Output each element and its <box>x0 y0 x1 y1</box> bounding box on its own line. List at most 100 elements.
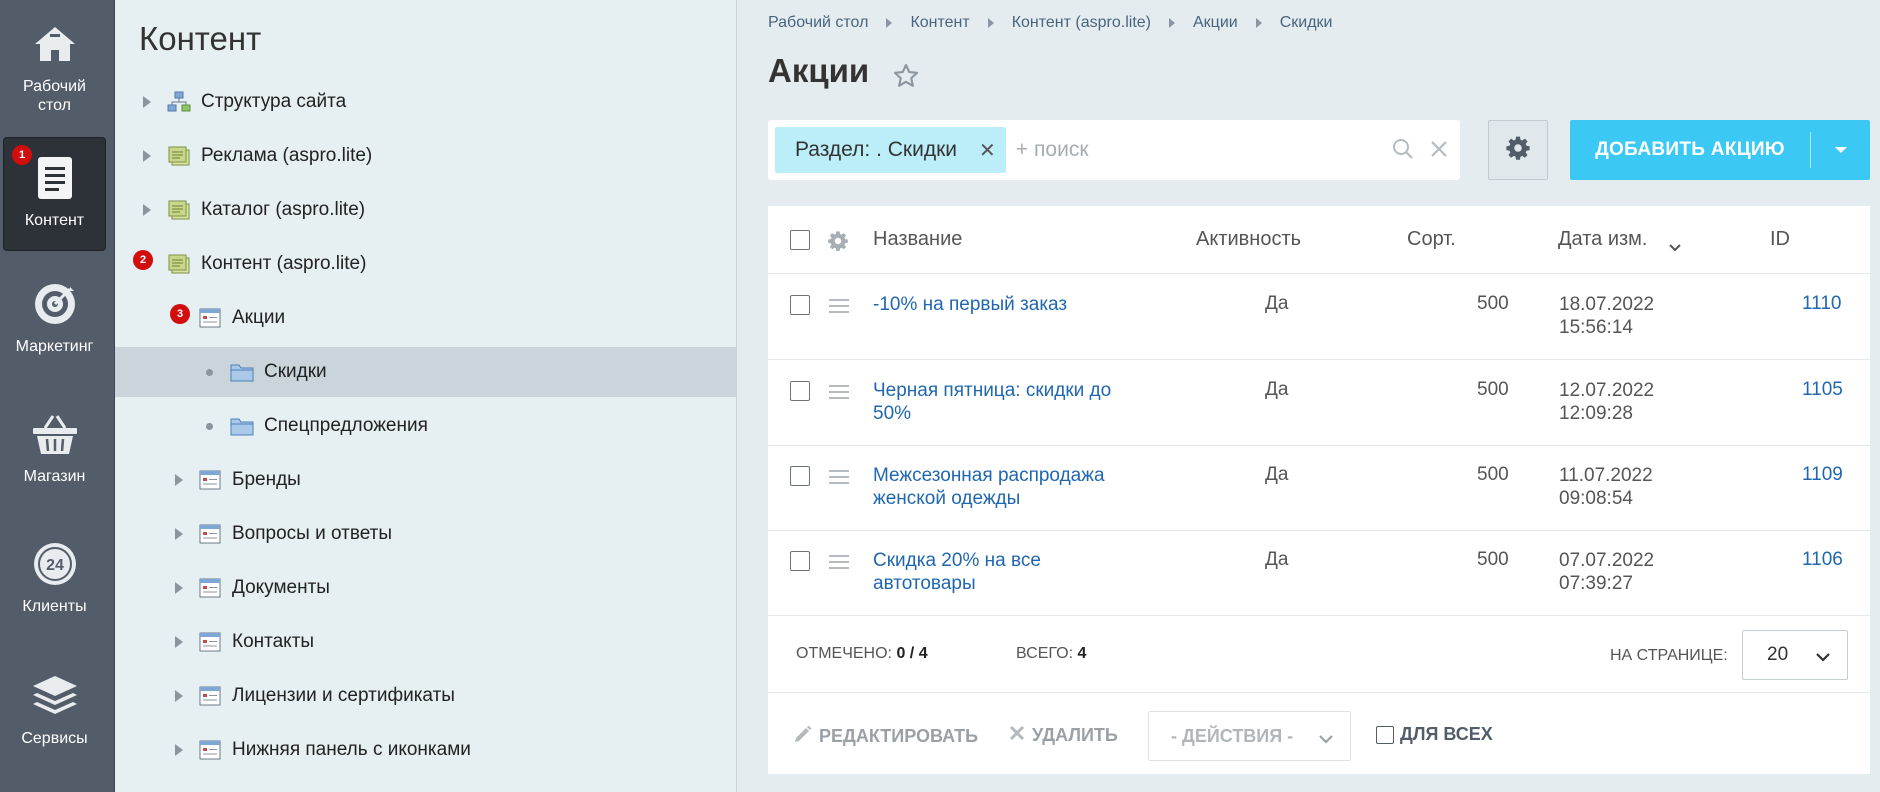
column-settings-icon[interactable] <box>827 230 849 258</box>
folder-icon <box>230 415 254 437</box>
document-icon <box>31 154 79 202</box>
iblock-type-icon <box>167 253 191 275</box>
nav-item-content[interactable]: 1 Контент <box>3 137 106 251</box>
actions-dropdown[interactable]: - ДЕЙСТВИЯ - <box>1148 711 1351 761</box>
tree-item-faq[interactable]: Вопросы и ответы <box>115 509 736 559</box>
nav-item-shop[interactable]: Магазин <box>3 394 106 508</box>
sort-desc-chevron-icon[interactable] <box>1668 236 1682 259</box>
breadcrumb-separator-icon <box>886 18 893 28</box>
select-all-checkbox[interactable] <box>790 230 810 250</box>
filter-search-bar[interactable]: Раздел: . Скидки ✕ + <box>768 120 1460 180</box>
tree-item-label: Акции <box>232 307 286 328</box>
delete-button[interactable]: УДАЛИТЬ <box>1008 724 1118 747</box>
row-id-link[interactable]: 1109 <box>1802 464 1843 486</box>
search-icon[interactable] <box>1392 138 1414 165</box>
per-page-select[interactable]: 20 <box>1742 630 1848 680</box>
row-checkbox[interactable] <box>790 466 810 486</box>
promotion-link[interactable]: -10% на первый заказ <box>873 294 1067 315</box>
svg-text:24: 24 <box>46 557 64 574</box>
filter-chip-section[interactable]: Раздел: . Скидки ✕ <box>775 127 1006 173</box>
row-id-link[interactable]: 1105 <box>1802 379 1843 401</box>
row-sort-value: 500 <box>1477 379 1509 400</box>
promotion-link[interactable]: Скидка 20% на все автотовары <box>873 550 1041 594</box>
table-row[interactable]: -10% на первый заказ Да 500 18.07.2022 1… <box>768 275 1870 360</box>
row-id-link[interactable]: 1106 <box>1802 549 1843 571</box>
expand-arrow-icon[interactable] <box>175 636 183 648</box>
column-header-sort[interactable]: Сорт. <box>1407 228 1456 251</box>
nav-item-desktop[interactable]: Рабочий стол <box>3 4 106 118</box>
clear-search-icon[interactable] <box>1428 138 1450 165</box>
row-id-link[interactable]: 1110 <box>1802 293 1841 315</box>
tree-item-brands[interactable]: Бренды <box>115 455 736 505</box>
drag-handle-icon[interactable] <box>829 385 849 403</box>
breadcrumb-link-content[interactable]: Контент <box>910 14 969 32</box>
breadcrumb-link-desktop[interactable]: Рабочий стол <box>768 14 868 32</box>
favorite-star-icon[interactable] <box>892 62 920 95</box>
expand-arrow-icon[interactable] <box>175 744 183 756</box>
tree-item-site-structure[interactable]: Структура сайта <box>115 77 736 127</box>
breadcrumb-link-content-aspro[interactable]: Контент (aspro.lite) <box>1012 14 1151 32</box>
edit-button[interactable]: РЕДАКТИРОВАТЬ <box>793 724 978 749</box>
notification-badge: 2 <box>133 250 153 270</box>
nav-item-clients[interactable]: 24 Клиенты <box>3 524 106 638</box>
tree-item-promotions[interactable]: 3 Акции <box>115 293 736 343</box>
tree-item-catalog[interactable]: Каталог (aspro.lite) <box>115 185 736 235</box>
tree-item-special-offers[interactable]: Спецпредложения <box>115 401 736 451</box>
promotions-grid: Название Активность Сорт. Дата изм. ID -… <box>768 206 1870 774</box>
expand-arrow-icon[interactable] <box>175 474 183 486</box>
tree-item-ads[interactable]: Реклама (aspro.lite) <box>115 131 736 181</box>
row-checkbox[interactable] <box>790 295 810 315</box>
chevron-down-icon[interactable] <box>1811 145 1870 155</box>
row-checkbox[interactable] <box>790 381 810 401</box>
column-header-date[interactable]: Дата изм. <box>1558 228 1648 251</box>
tree-item-content-aspro[interactable]: 2 Контент (aspro.lite) <box>115 239 736 289</box>
settings-button[interactable] <box>1488 120 1548 180</box>
total-value: 4 <box>1077 645 1087 662</box>
column-header-name[interactable]: Название <box>873 228 962 251</box>
tree-item-discounts[interactable]: Скидки <box>115 347 736 397</box>
nav-item-services[interactable]: Сервисы <box>3 656 106 770</box>
expand-arrow-icon[interactable] <box>143 150 151 162</box>
column-header-active[interactable]: Активность <box>1196 228 1301 251</box>
row-date: 07.07.2022 <box>1559 550 1655 571</box>
expand-arrow-icon[interactable] <box>143 96 151 108</box>
expand-arrow-icon[interactable] <box>175 582 183 594</box>
iblock-icon <box>198 685 222 707</box>
expand-arrow-icon[interactable] <box>175 690 183 702</box>
promotion-link[interactable]: Межсезонная распродажа женской одежды <box>873 465 1105 509</box>
plus-icon: + <box>1015 138 1029 161</box>
tree-item-licenses[interactable]: Лицензии и сертификаты <box>115 671 736 721</box>
for-all-label: ДЛЯ ВСЕХ <box>1400 724 1493 744</box>
nav-label: Клиенты <box>22 598 87 615</box>
row-checkbox[interactable] <box>790 551 810 571</box>
notification-badge: 3 <box>170 304 190 324</box>
nav-label: Рабочий стол <box>23 78 86 114</box>
add-promotion-button[interactable]: ДОБАВИТЬ АКЦИЮ <box>1570 120 1870 180</box>
row-date-cell: 07.07.2022 07:39:27 <box>1559 549 1654 595</box>
row-sort-value: 500 <box>1477 549 1509 570</box>
tree-item-documents[interactable]: Документы <box>115 563 736 613</box>
main-content: Рабочий стол Контент Контент (aspro.lite… <box>738 0 1880 792</box>
promotion-link[interactable]: Черная пятница: скидки до 50% <box>873 380 1111 424</box>
breadcrumb-separator-icon <box>1255 18 1262 28</box>
drag-handle-icon[interactable] <box>829 555 849 573</box>
table-row[interactable]: Межсезонная распродажа женской одежды Да… <box>768 446 1870 531</box>
drag-handle-icon[interactable] <box>829 470 849 488</box>
table-row[interactable]: Скидка 20% на все автотовары Да 500 07.0… <box>768 531 1870 616</box>
for-all-checkbox[interactable] <box>1376 725 1394 744</box>
tree-item-contacts[interactable]: Контакты <box>115 617 736 667</box>
drag-handle-icon[interactable] <box>829 299 849 317</box>
for-all-toggle[interactable]: ДЛЯ ВСЕХ <box>1376 724 1493 745</box>
breadcrumb-link-promotions[interactable]: Акции <box>1193 14 1238 32</box>
breadcrumb-link-discounts[interactable]: Скидки <box>1280 14 1333 32</box>
tree-bullet <box>206 422 213 430</box>
column-header-id[interactable]: ID <box>1770 228 1790 251</box>
tree-item-bottom-panel[interactable]: Нижняя панель с иконками <box>115 725 736 775</box>
expand-arrow-icon[interactable] <box>143 204 151 216</box>
row-active-value: Да <box>1265 379 1289 400</box>
expand-arrow-icon[interactable] <box>175 528 183 540</box>
nav-item-marketing[interactable]: Маркетинг <box>3 264 106 378</box>
table-row[interactable]: Черная пятница: скидки до 50% Да 500 12.… <box>768 361 1870 446</box>
search-input[interactable] <box>1034 138 1365 162</box>
chip-remove-icon[interactable]: ✕ <box>979 138 996 163</box>
